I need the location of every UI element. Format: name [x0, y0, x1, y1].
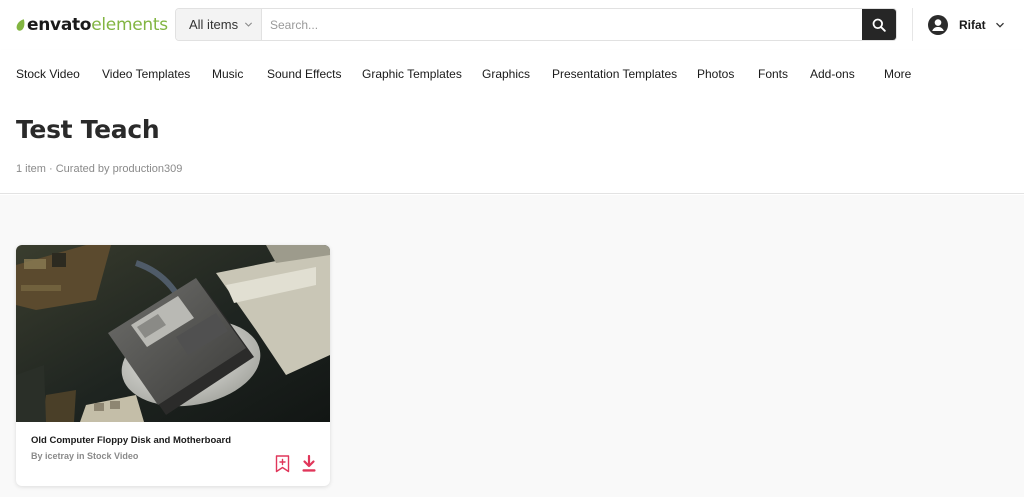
download-icon [302, 455, 316, 472]
user-avatar-icon [928, 15, 948, 35]
page-title: Test Teach [16, 115, 160, 144]
logo-text-elements: elements [91, 15, 168, 35]
nav-graphic-templates[interactable]: Graphic Templates [362, 67, 462, 81]
search-scope-label: All items [189, 17, 239, 32]
download-button[interactable] [301, 455, 317, 473]
search-input[interactable] [262, 9, 862, 40]
leaf-icon [16, 19, 25, 31]
item-card[interactable]: Old Computer Floppy Disk and Motherboard… [16, 245, 330, 486]
collection-header: Test Teach 1 item · Curated by productio… [0, 98, 1024, 194]
nav-photos[interactable]: Photos [697, 67, 734, 81]
collection-items: Old Computer Floppy Disk and Motherboard… [0, 195, 1024, 497]
nav-sound-effects[interactable]: Sound Effects [267, 67, 342, 81]
bookmark-add-icon [275, 455, 289, 473]
collection-meta: 1 item · Curated by production309 [16, 163, 183, 175]
item-author[interactable]: By icetray in Stock Video [31, 451, 138, 461]
search-button[interactable] [862, 9, 896, 40]
nav-music[interactable]: Music [212, 67, 243, 81]
user-menu[interactable]: Rifat [928, 14, 1005, 36]
add-to-collection-button[interactable] [274, 455, 290, 473]
chevron-down-icon [245, 22, 253, 27]
user-name: Rifat [959, 18, 986, 32]
nav-graphics[interactable]: Graphics [482, 67, 530, 81]
nav-video-templates[interactable]: Video Templates [102, 67, 190, 81]
top-bar: envatoelements All items Rifat [0, 0, 1024, 50]
logo-text-envato: envato [27, 15, 92, 35]
search-icon [872, 18, 886, 32]
nav-add-ons[interactable]: Add-ons [810, 67, 855, 81]
item-title[interactable]: Old Computer Floppy Disk and Motherboard [31, 435, 231, 446]
category-nav: Stock Video Video Templates Music Sound … [0, 50, 1024, 98]
header-divider [912, 8, 913, 41]
search-bar: All items [175, 8, 897, 41]
search-scope-dropdown[interactable]: All items [176, 9, 262, 40]
nav-fonts[interactable]: Fonts [758, 67, 788, 81]
item-thumbnail[interactable] [16, 245, 330, 422]
nav-presentation-templates[interactable]: Presentation Templates [552, 67, 677, 81]
nav-stock-video[interactable]: Stock Video [16, 67, 80, 81]
envato-elements-logo[interactable]: envatoelements [16, 13, 168, 37]
chevron-down-icon [995, 22, 1004, 28]
nav-more[interactable]: More [884, 67, 911, 81]
